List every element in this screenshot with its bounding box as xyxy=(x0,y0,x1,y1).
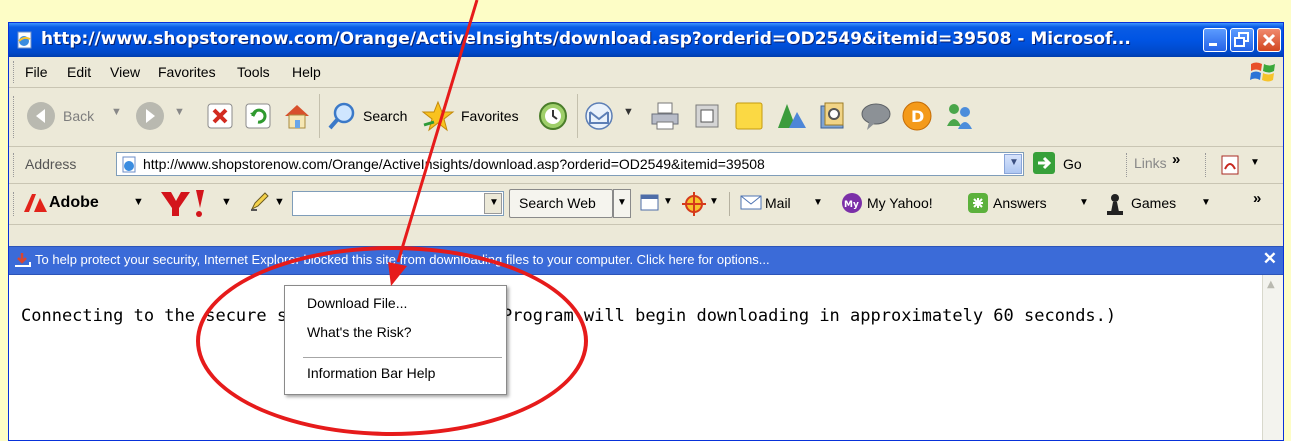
annotation-arrow xyxy=(388,0,479,286)
